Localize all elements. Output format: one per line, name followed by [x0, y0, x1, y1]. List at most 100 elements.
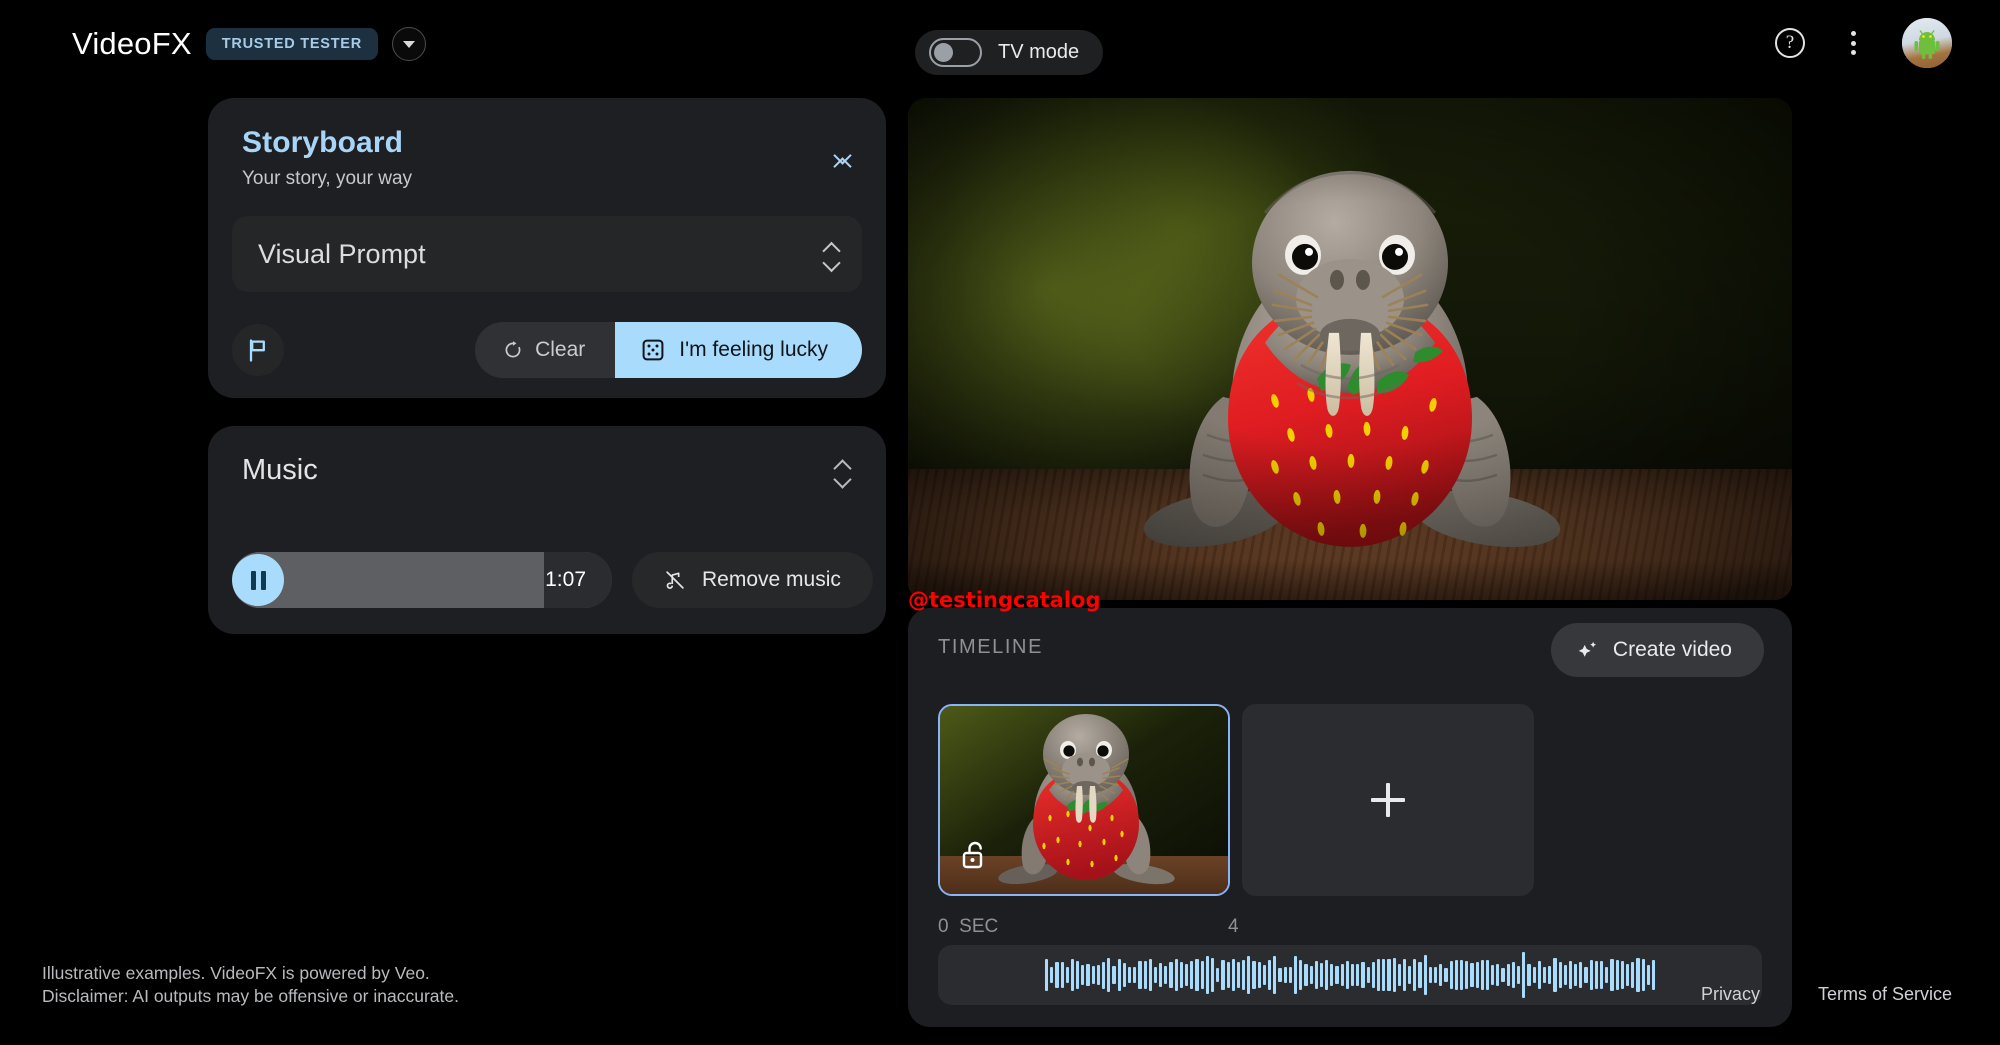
waveform-bar [1595, 961, 1598, 989]
waveform-bar [1154, 967, 1157, 983]
chevron-down-icon [823, 256, 840, 265]
waveform-bar [1439, 964, 1442, 986]
waveform-bar [1387, 959, 1390, 991]
videofx-app: VideoFX TRUSTED TESTER TV mode ? [0, 0, 2000, 1045]
report-flag-button[interactable] [232, 324, 284, 376]
ruler-mark: 4 [1228, 916, 1239, 938]
help-button[interactable]: ? [1775, 28, 1805, 58]
plus-icon [1371, 783, 1405, 817]
waveform-bar [1175, 959, 1178, 991]
waveform-bar [1616, 960, 1619, 991]
preview-scene [908, 98, 1792, 600]
waveform-bar [1144, 961, 1147, 989]
waveform-bar [1496, 964, 1499, 985]
waveform-bar [1398, 964, 1401, 986]
waveform-bar [1476, 962, 1479, 988]
waveform-bar [1372, 962, 1375, 987]
waveform-bar [1335, 966, 1338, 984]
waveform-bar [1278, 968, 1281, 983]
music-time: 1:07 [545, 568, 586, 592]
waveform-bar [1424, 955, 1427, 995]
waveform-bar [1543, 967, 1546, 983]
sparkle-icon [1577, 639, 1599, 661]
ruler-start: 0 SEC [938, 916, 998, 938]
waveform-bar [1159, 963, 1162, 987]
music-progress-bar[interactable]: 1:07 [232, 552, 612, 608]
waveform-bar [1517, 966, 1520, 985]
visual-prompt-input[interactable]: Visual Prompt [232, 216, 862, 292]
waveform-bar [1631, 962, 1634, 988]
flag-icon [246, 338, 270, 363]
disclaimer-line-2: Disclaimer: AI outputs may be offensive … [42, 985, 459, 1009]
kebab-menu-icon [1851, 31, 1856, 36]
waveform-bar [1289, 967, 1292, 982]
create-video-button[interactable]: Create video [1551, 623, 1764, 677]
more-options-button[interactable] [1845, 25, 1862, 61]
visual-prompt-stepper[interactable] [823, 244, 840, 265]
waveform-bar [1351, 964, 1354, 987]
waveform-bar [1273, 956, 1276, 993]
waveform-bar [1071, 959, 1074, 991]
waveform-bar [1055, 962, 1058, 987]
remove-music-button[interactable]: Remove music [632, 552, 873, 608]
waveform-bar [1066, 967, 1069, 983]
tv-mode-switch[interactable] [929, 38, 982, 67]
waveform-bar [1626, 964, 1629, 987]
waveform-bar [1569, 961, 1572, 989]
waveform-bar [1123, 963, 1126, 987]
waveform-bar [1579, 962, 1582, 988]
music-panel: Music 1:07 [208, 426, 886, 634]
waveform-bar [1211, 958, 1214, 992]
music-collapse-toggle[interactable] [828, 451, 856, 491]
waveform-bar [1610, 959, 1613, 992]
brand-dropdown-button[interactable] [392, 27, 426, 61]
waveform-bar [1320, 963, 1323, 986]
waveform-bar [1076, 961, 1079, 989]
tv-mode-toggle[interactable]: TV mode [915, 30, 1103, 75]
waveform-bar [1092, 966, 1095, 984]
kebab-menu-icon [1851, 41, 1856, 46]
waveform-bar [1403, 959, 1406, 992]
waveform-bar [1346, 961, 1349, 989]
storyboard-collapse-toggle[interactable] [828, 138, 856, 178]
waveform-bar [1112, 966, 1115, 985]
waveform-bar [1061, 962, 1064, 989]
storyboard-header: Storyboard Your story, your way [208, 126, 886, 190]
waveform-bar [1263, 965, 1266, 985]
clear-button[interactable]: Clear [475, 322, 615, 378]
remove-music-label: Remove music [702, 568, 841, 592]
waveform-bar [1444, 968, 1447, 983]
brand-group: VideoFX TRUSTED TESTER [72, 26, 426, 62]
terms-link[interactable]: Terms of Service [1818, 984, 1952, 1005]
footer-disclaimer: Illustrative examples. VideoFX is powere… [42, 962, 459, 1009]
waveform-bar [1450, 961, 1453, 990]
waveform-bar [1310, 966, 1313, 984]
privacy-link[interactable]: Privacy [1701, 984, 1760, 1005]
waveform-bar [1584, 967, 1587, 983]
waveform-bar [1356, 964, 1359, 986]
music-controls-row: 1:07 Remove music [232, 552, 873, 608]
waveform-bar [1107, 958, 1110, 991]
timeline-clip-1[interactable] [938, 704, 1230, 896]
unlock-icon[interactable] [960, 839, 990, 876]
waveform-bar [1418, 962, 1421, 987]
disclaimer-line-1: Illustrative examples. VideoFX is powere… [42, 962, 459, 986]
pause-button[interactable] [232, 554, 284, 606]
waveform-bar [1128, 967, 1131, 982]
im-feeling-lucky-button[interactable]: I'm feeling lucky [615, 322, 862, 378]
add-clip-button[interactable] [1242, 704, 1534, 896]
left-controls-column: Storyboard Your story, your way Visual P… [208, 98, 886, 634]
chevron-up-icon [823, 244, 840, 253]
ruler-start-value: 0 [938, 916, 949, 937]
audio-waveform[interactable] [938, 945, 1762, 1005]
music-title: Music [242, 454, 852, 487]
waveform-bar [1169, 962, 1172, 989]
waveform-bar [1097, 965, 1100, 984]
video-preview[interactable] [908, 98, 1792, 600]
waveform-bar [1361, 962, 1364, 989]
chevron-down-icon [834, 148, 851, 157]
waveform-bar [1559, 962, 1562, 989]
android-mascot-icon [1913, 29, 1941, 59]
waveform-bar [1533, 967, 1536, 982]
avatar[interactable] [1902, 18, 1952, 68]
